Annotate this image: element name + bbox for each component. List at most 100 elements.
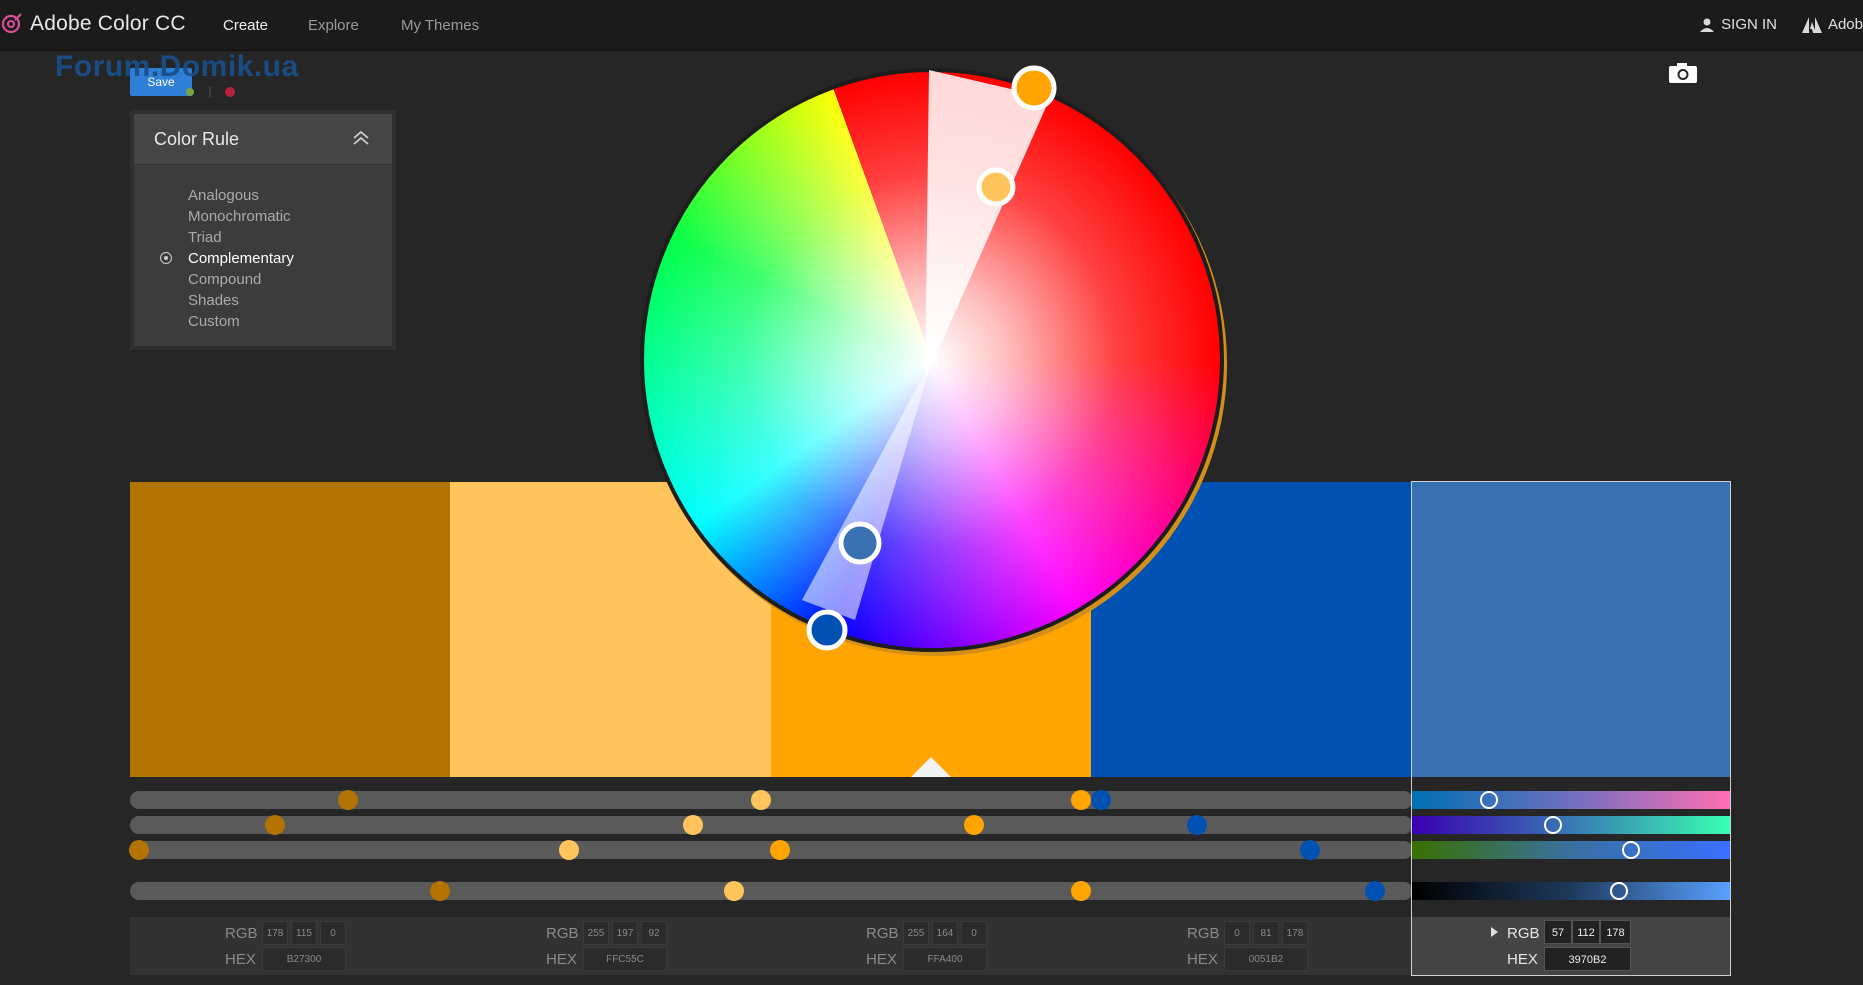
gradient-track-brightness[interactable]: [1412, 882, 1730, 900]
slider-dot[interactable]: [1071, 881, 1091, 901]
rgb-label: RGB: [866, 925, 899, 942]
slider-track-r[interactable]: [130, 791, 1413, 809]
rule-label: Triad: [188, 229, 222, 246]
g-value[interactable]: 81: [1253, 921, 1279, 945]
adobe-logo-icon: [1801, 16, 1822, 33]
slider-dot[interactable]: [1091, 790, 1111, 810]
b-value[interactable]: 178: [1282, 921, 1308, 945]
rule-triad[interactable]: Triad: [134, 227, 392, 248]
slider-dot[interactable]: [1071, 790, 1091, 810]
color-wheel[interactable]: [640, 68, 1224, 652]
hex-value[interactable]: FFC55C: [583, 947, 667, 971]
b-value[interactable]: 0: [961, 921, 987, 945]
slider-dot[interactable]: [338, 790, 358, 810]
watermark: Forum.Domik.ua: [55, 50, 299, 83]
rule-label: Compound: [188, 271, 262, 288]
base-color-pointer-icon: [911, 757, 951, 777]
color-rule-panel: Color Rule Analogous Monochromatic Triad…: [130, 110, 396, 350]
g-value[interactable]: 197: [612, 921, 638, 945]
hex-label: HEX: [225, 951, 256, 968]
slider-dot[interactable]: [129, 840, 149, 860]
hex-label: HEX: [546, 951, 577, 968]
slider-knob-r[interactable]: [1480, 791, 1498, 809]
slider-dot[interactable]: [265, 815, 285, 835]
slider-dot[interactable]: [964, 815, 984, 835]
gradient-track-g[interactable]: [1412, 816, 1730, 834]
adobe-color-logo-icon: [1, 13, 22, 34]
hex-label: HEX: [1507, 951, 1538, 968]
rule-complementary[interactable]: Complementary: [134, 248, 392, 269]
slider-knob-b[interactable]: [1622, 841, 1640, 859]
slider-knob-brightness[interactable]: [1610, 882, 1628, 900]
nav-my-themes[interactable]: My Themes: [401, 17, 479, 34]
hex-label: HEX: [866, 951, 897, 968]
hex-value[interactable]: 3970B2: [1544, 947, 1631, 971]
color-swatch-1[interactable]: [130, 482, 450, 777]
g-value[interactable]: 115: [291, 921, 317, 945]
r-value[interactable]: 178: [262, 921, 288, 945]
rgb-label: RGB: [1187, 925, 1220, 942]
rule-label: Analogous: [188, 187, 259, 204]
color-rule-title: Color Rule: [154, 129, 240, 149]
theme-status-dots: [186, 87, 235, 97]
radio-selected-icon: [160, 252, 172, 264]
rule-label: Monochromatic: [188, 208, 291, 225]
hex-label: HEX: [1187, 951, 1218, 968]
status-dot-green-icon: [186, 88, 194, 96]
camera-icon[interactable]: [1668, 62, 1698, 84]
slider-dot[interactable]: [1365, 881, 1385, 901]
color-swatch-5[interactable]: [1412, 482, 1731, 777]
rgb-label: RGB: [225, 925, 258, 942]
gradient-track-r[interactable]: [1412, 791, 1730, 809]
rule-label: Custom: [188, 313, 240, 330]
slider-dot[interactable]: [1300, 840, 1320, 860]
rule-label: Shades: [188, 292, 239, 309]
g-value[interactable]: 112: [1572, 920, 1600, 944]
g-value[interactable]: 164: [932, 921, 958, 945]
sign-in-link[interactable]: SIGN IN: [1699, 16, 1777, 33]
color-rule-header[interactable]: Color Rule: [134, 114, 392, 165]
rule-analogous[interactable]: Analogous: [134, 185, 392, 206]
b-value[interactable]: 92: [641, 921, 667, 945]
slider-dot[interactable]: [770, 840, 790, 860]
slider-dot[interactable]: [751, 790, 771, 810]
nav-explore[interactable]: Explore: [308, 17, 359, 34]
expand-triangle-icon[interactable]: [1491, 927, 1499, 937]
app-title: Adobe Color CC: [30, 12, 186, 35]
hex-value[interactable]: B27300: [262, 947, 346, 971]
nav-create[interactable]: Create: [223, 17, 268, 34]
slider-track-g[interactable]: [130, 816, 1413, 834]
r-value[interactable]: 0: [1224, 921, 1250, 945]
hex-value[interactable]: 0051B2: [1224, 947, 1308, 971]
slider-dot[interactable]: [559, 840, 579, 860]
color-rule-list: Analogous Monochromatic Triad Complement…: [134, 165, 392, 332]
rule-compound[interactable]: Compound: [134, 269, 392, 290]
brand[interactable]: Adobe Color CC: [0, 12, 186, 36]
user-icon: [1700, 18, 1715, 32]
hex-value[interactable]: FFA400: [903, 947, 987, 971]
slider-dot[interactable]: [1187, 815, 1207, 835]
r-value[interactable]: 57: [1544, 920, 1572, 944]
r-value[interactable]: 255: [903, 921, 929, 945]
b-value[interactable]: 178: [1600, 920, 1631, 944]
rule-shades[interactable]: Shades: [134, 290, 392, 311]
status-dot-red-icon: [225, 87, 235, 97]
rgb-label: RGB: [546, 925, 579, 942]
slider-dot[interactable]: [430, 881, 450, 901]
collapse-chevron-icon[interactable]: [352, 128, 370, 148]
slider-track-brightness[interactable]: [130, 882, 1413, 900]
adobe-label: Adob: [1827, 16, 1863, 33]
rule-custom[interactable]: Custom: [134, 311, 392, 332]
top-bar: Adobe Color CC Create Explore My Themes …: [0, 0, 1863, 51]
slider-knob-g[interactable]: [1544, 816, 1562, 834]
adobe-link[interactable]: Adob: [1801, 16, 1863, 33]
gradient-track-b[interactable]: [1412, 841, 1730, 859]
slider-dot[interactable]: [724, 881, 744, 901]
rule-label: Complementary: [188, 250, 294, 267]
slider-dot[interactable]: [683, 815, 703, 835]
rule-monochromatic[interactable]: Monochromatic: [134, 206, 392, 227]
b-value[interactable]: 0: [320, 921, 346, 945]
rgb-label: RGB: [1507, 925, 1540, 942]
sign-in-label: SIGN IN: [1721, 16, 1777, 33]
r-value[interactable]: 255: [583, 921, 609, 945]
